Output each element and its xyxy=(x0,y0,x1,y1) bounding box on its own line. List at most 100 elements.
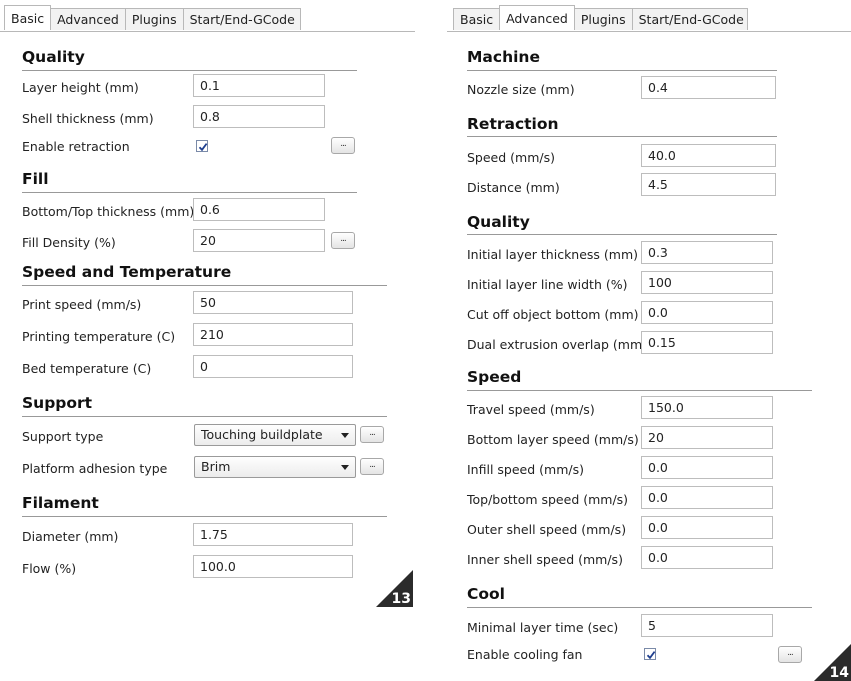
retraction-settings-button[interactable]: ... xyxy=(331,137,355,154)
checkmark-icon xyxy=(646,651,656,660)
bottom-top-thickness-label: Bottom/Top thickness (mm) xyxy=(22,204,195,219)
dual-extrusion-overlap-input[interactable]: 0.15 xyxy=(641,331,773,354)
section-divider xyxy=(22,285,387,286)
platform-adhesion-value: Brim xyxy=(201,459,231,474)
retraction-speed-label: Speed (mm/s) xyxy=(467,150,555,165)
section-heading-retraction: Retraction xyxy=(467,115,559,133)
tab-basic[interactable]: Basic xyxy=(4,5,52,30)
adhesion-settings-button[interactable]: ... xyxy=(360,458,384,475)
flow-label: Flow (%) xyxy=(22,561,77,576)
section-heading-quality: Quality xyxy=(467,213,530,231)
enable-retraction-label: Enable retraction xyxy=(22,139,130,154)
print-speed-input[interactable]: 50 xyxy=(193,291,353,314)
cut-off-bottom-label: Cut off object bottom (mm) xyxy=(467,307,639,322)
tab-advanced[interactable]: Advanced xyxy=(50,8,126,30)
inner-shell-speed-input[interactable]: 0.0 xyxy=(641,546,773,569)
section-divider xyxy=(22,516,387,517)
chevron-down-icon xyxy=(341,465,349,470)
tab-bar: Basic Advanced Plugins Start/End-GCode xyxy=(453,5,748,32)
initial-layer-line-width-input[interactable]: 100 xyxy=(641,271,773,294)
outer-shell-speed-label: Outer shell speed (mm/s) xyxy=(467,522,627,537)
section-divider xyxy=(467,136,777,137)
tab-advanced[interactable]: Advanced xyxy=(499,5,575,30)
initial-layer-thickness-label: Initial layer thickness (mm) xyxy=(467,247,639,262)
platform-adhesion-select[interactable]: Brim xyxy=(194,456,356,478)
section-heading-quality: Quality xyxy=(22,48,85,66)
section-divider xyxy=(467,607,812,608)
travel-speed-label: Travel speed (mm/s) xyxy=(467,402,595,417)
minimal-layer-time-input[interactable]: 5 xyxy=(641,614,773,637)
travel-speed-input[interactable]: 150.0 xyxy=(641,396,773,419)
fill-density-label: Fill Density (%) xyxy=(22,235,116,250)
tab-plugins[interactable]: Plugins xyxy=(573,8,633,30)
section-divider xyxy=(22,416,387,417)
cooling-settings-button[interactable]: ... xyxy=(778,646,802,663)
shell-thickness-label: Shell thickness (mm) xyxy=(22,111,154,126)
support-settings-button[interactable]: ... xyxy=(360,426,384,443)
section-heading-support: Support xyxy=(22,394,93,412)
section-divider xyxy=(22,192,357,193)
tab-start-end-gcode[interactable]: Start/End-GCode xyxy=(631,8,748,30)
top-bottom-speed-label: Top/bottom speed (mm/s) xyxy=(467,492,629,507)
bed-temperature-input[interactable]: 0 xyxy=(193,355,353,378)
nozzle-size-label: Nozzle size (mm) xyxy=(467,82,575,97)
initial-layer-line-width-label: Initial layer line width (%) xyxy=(467,277,628,292)
diameter-label: Diameter (mm) xyxy=(22,529,119,544)
section-divider xyxy=(22,70,357,71)
infill-speed-input[interactable]: 0.0 xyxy=(641,456,773,479)
section-divider xyxy=(467,70,777,71)
page-number-badge: 14 xyxy=(814,644,851,681)
enable-cooling-fan-checkbox[interactable] xyxy=(644,648,656,660)
page-number-badge: 13 xyxy=(376,570,413,607)
bottom-top-thickness-input[interactable]: 0.6 xyxy=(193,198,325,221)
advanced-settings-panel: Basic Advanced Plugins Start/End-GCode M… xyxy=(447,0,851,681)
print-speed-label: Print speed (mm/s) xyxy=(22,297,142,312)
layer-height-label: Layer height (mm) xyxy=(22,80,139,95)
diameter-input[interactable]: 1.75 xyxy=(193,523,353,546)
tab-basic[interactable]: Basic xyxy=(453,8,501,30)
section-heading-machine: Machine xyxy=(467,48,540,66)
retraction-distance-label: Distance (mm) xyxy=(467,180,560,195)
initial-layer-thickness-input[interactable]: 0.3 xyxy=(641,241,773,264)
chevron-down-icon xyxy=(341,433,349,438)
page-number: 13 xyxy=(391,591,411,607)
section-heading-cool: Cool xyxy=(467,585,505,603)
flow-input[interactable]: 100.0 xyxy=(193,555,353,578)
support-type-value: Touching buildplate xyxy=(201,427,323,442)
top-bottom-speed-input[interactable]: 0.0 xyxy=(641,486,773,509)
platform-adhesion-label: Platform adhesion type xyxy=(22,461,168,476)
fill-density-input[interactable]: 20 xyxy=(193,229,325,252)
printing-temperature-label: Printing temperature (C) xyxy=(22,329,176,344)
cut-off-bottom-input[interactable]: 0.0 xyxy=(641,301,773,324)
checkmark-icon xyxy=(198,143,208,152)
printing-temperature-input[interactable]: 210 xyxy=(193,323,353,346)
enable-cooling-fan-label: Enable cooling fan xyxy=(467,647,583,662)
section-heading-speed: Speed xyxy=(467,368,522,386)
section-divider xyxy=(467,234,777,235)
section-heading-fill: Fill xyxy=(22,170,49,188)
tab-bar: Basic Advanced Plugins Start/End-GCode xyxy=(4,5,301,32)
section-heading-filament: Filament xyxy=(22,494,99,512)
tab-start-end-gcode[interactable]: Start/End-GCode xyxy=(182,8,301,30)
dual-extrusion-overlap-label: Dual extrusion overlap (mm) xyxy=(467,337,648,352)
section-divider xyxy=(467,390,812,391)
retraction-speed-input[interactable]: 40.0 xyxy=(641,144,776,167)
enable-retraction-checkbox[interactable] xyxy=(196,140,208,152)
minimal-layer-time-label: Minimal layer time (sec) xyxy=(467,620,619,635)
shell-thickness-input[interactable]: 0.8 xyxy=(193,105,325,128)
section-heading-speed-temperature: Speed and Temperature xyxy=(22,263,232,281)
layer-height-input[interactable]: 0.1 xyxy=(193,74,325,97)
fill-settings-button[interactable]: ... xyxy=(331,232,355,249)
tab-plugins[interactable]: Plugins xyxy=(124,8,184,30)
support-type-select[interactable]: Touching buildplate xyxy=(194,424,356,446)
outer-shell-speed-input[interactable]: 0.0 xyxy=(641,516,773,539)
bottom-layer-speed-label: Bottom layer speed (mm/s) xyxy=(467,432,639,447)
retraction-distance-input[interactable]: 4.5 xyxy=(641,173,776,196)
infill-speed-label: Infill speed (mm/s) xyxy=(467,462,584,477)
bed-temperature-label: Bed temperature (C) xyxy=(22,361,152,376)
basic-settings-panel: Basic Advanced Plugins Start/End-GCode Q… xyxy=(0,0,415,681)
nozzle-size-input[interactable]: 0.4 xyxy=(641,76,776,99)
support-type-label: Support type xyxy=(22,429,104,444)
bottom-layer-speed-input[interactable]: 20 xyxy=(641,426,773,449)
page-number: 14 xyxy=(829,665,849,681)
